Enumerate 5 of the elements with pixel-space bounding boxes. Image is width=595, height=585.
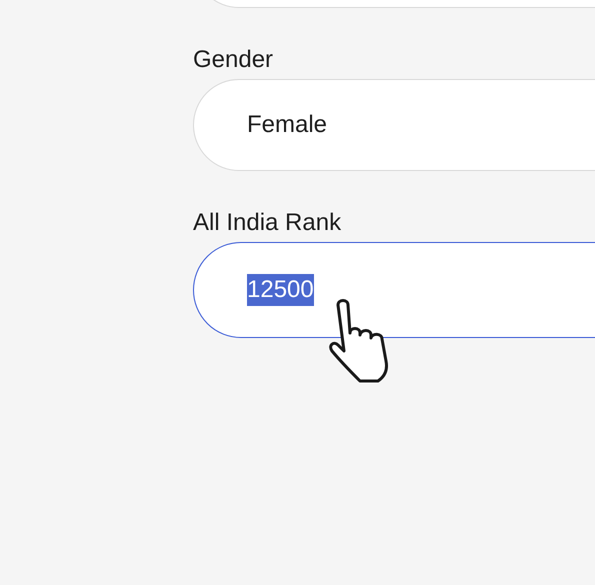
field-label: Gender — [193, 46, 274, 74]
field-value: Female — [247, 110, 328, 140]
field-value: 12500 — [247, 274, 314, 306]
input-field[interactable]: Female — [193, 79, 595, 171]
field-label: All India Rank — [193, 209, 342, 237]
